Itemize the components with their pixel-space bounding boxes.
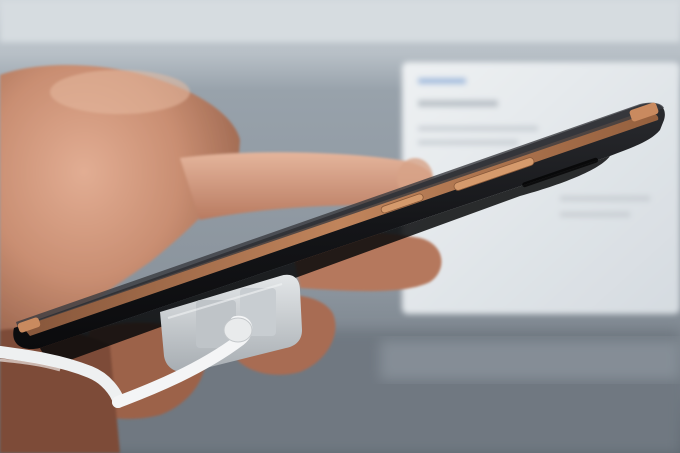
photo-scene xyxy=(0,0,680,453)
background-top-band xyxy=(0,0,680,42)
table-reflection xyxy=(380,340,680,380)
phone-in-hand-photo xyxy=(0,0,680,453)
